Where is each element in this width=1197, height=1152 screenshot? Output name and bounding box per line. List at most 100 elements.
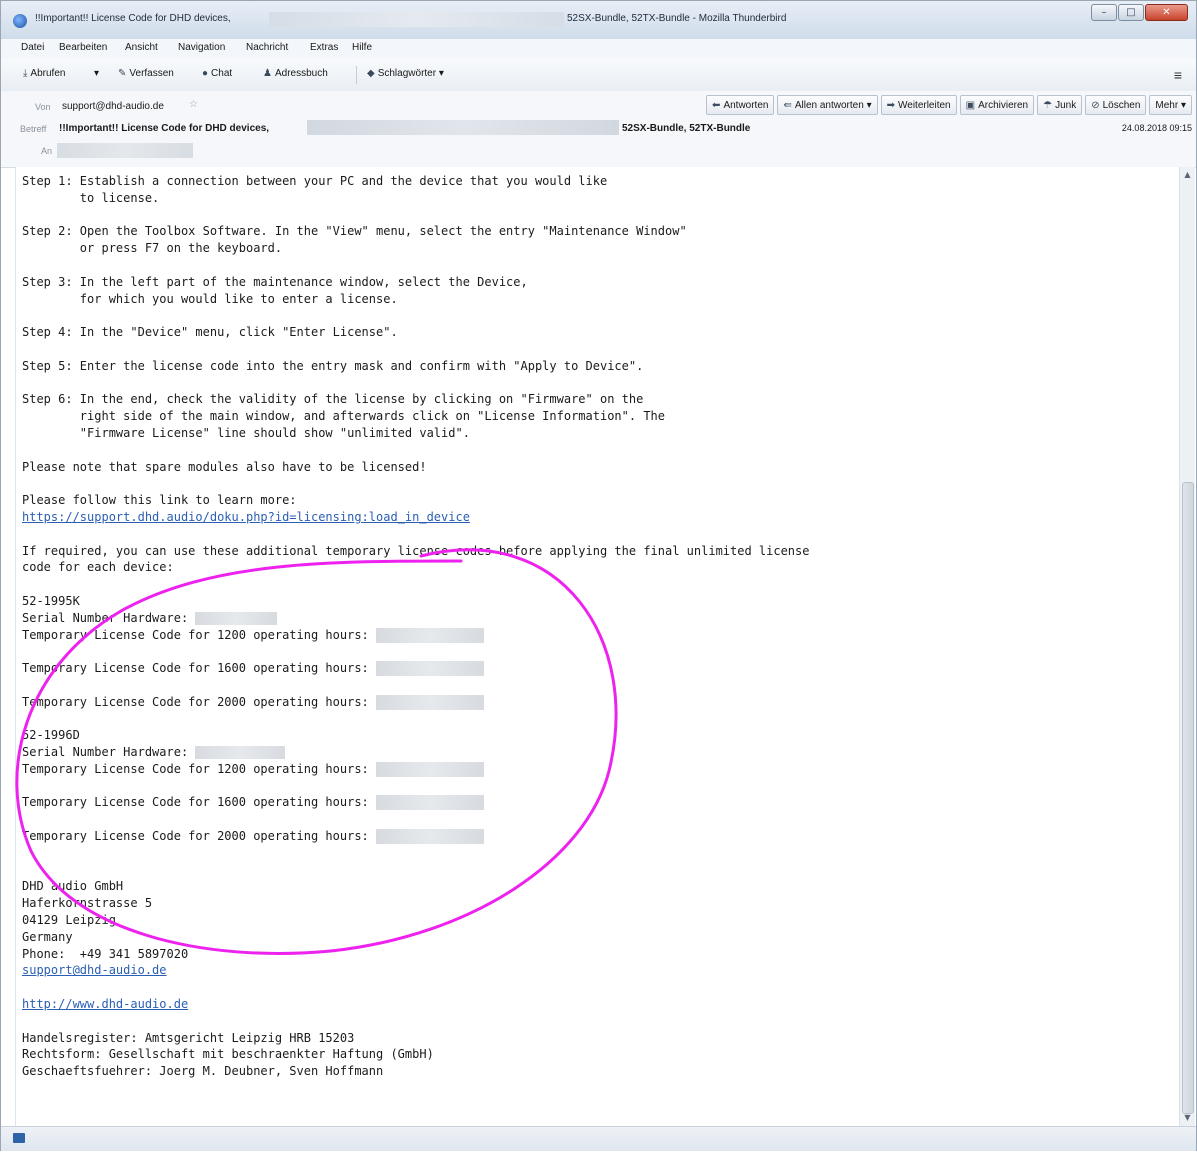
window-title-left: !!Important!! License Code for DHD devic… [35,13,231,24]
pencil-icon: ✎ [118,68,127,79]
menu-bearbeiten[interactable]: Bearbeiten [59,42,107,53]
scroll-thumb[interactable] [1182,482,1194,1114]
message-date: 24.08.2018 09:15 [1121,123,1192,133]
step-1: Step 1: Establish a connection between y… [22,174,608,205]
reply-label: Antworten [723,100,769,111]
junk-label: Junk [1055,100,1077,111]
archive-label: Archivieren [978,100,1029,111]
spare-modules-note: Please note that spare modules also have… [22,459,427,474]
download-icon: ⤓ [23,68,28,79]
redacted-title-segment [269,12,564,27]
legal-form: Rechtsform: Gesellschaft mit beschraenkt… [22,1047,434,1062]
app-menu-icon[interactable]: ≡ [1174,67,1182,83]
compose-button[interactable]: ✎ Verfassen [118,68,174,79]
body-scrollbar[interactable]: ▲ ▼ [1179,167,1195,1126]
archive-button[interactable]: ▣ Archivieren [959,95,1035,115]
redacted-recipient [57,143,193,158]
redacted-code-2000-1 [376,694,485,710]
follow-link-text: Please follow this link to learn more: [22,493,297,508]
tags-button[interactable]: ◆ Schlagwörter ▾ [367,68,444,79]
subject-left: !!Important!! License Code for DHD devic… [59,123,270,134]
device-2-id: 52-1996D [22,728,80,743]
tag-icon: ◆ [367,68,375,79]
company-country: Germany [22,929,73,944]
menu-ansicht[interactable]: Ansicht [125,42,158,53]
window-controls: – □ ✕ [1090,4,1188,21]
minimize-button[interactable]: – [1091,4,1117,21]
company-phone: Phone: +49 341 5897020 [22,946,189,961]
company-street: Haferkornstrasse 5 [22,896,153,911]
company-name: DHD audio GmbH [22,879,124,894]
chat-button[interactable]: ● Chat [202,68,232,79]
redacted-serial-1 [195,611,278,625]
tags-label: Schlagwörter ▾ [377,68,444,79]
status-bar [1,1126,1196,1151]
scroll-down-arrow-icon[interactable]: ▼ [1180,1110,1195,1126]
subject-right: 52SX-Bundle, 52TX-Bundle [622,123,751,134]
menu-datei[interactable]: Datei [21,42,44,53]
commercial-register: Handelsregister: Amtsgericht Leipzig HRB… [22,1030,355,1045]
menu-extras[interactable]: Extras [310,42,338,53]
reply-all-label: Allen antworten [794,100,864,111]
menu-hilfe[interactable]: Hilfe [352,42,372,53]
reply-all-button[interactable]: ⇚ Allen antworten ▾ [777,95,878,115]
website-link[interactable]: http://www.dhd-audio.de [22,997,188,1011]
redacted-code-1600-1 [376,661,485,677]
online-status-icon[interactable] [13,1133,25,1143]
menu-nachricht[interactable]: Nachricht [246,42,288,53]
get-mail-label: Abrufen [30,68,66,79]
thunderbird-window: !!Important!! License Code for DHD devic… [0,0,1197,1151]
from-value[interactable]: support@dhd-audio.de [62,101,164,112]
delete-label: Löschen [1102,100,1141,111]
licensing-doc-link[interactable]: https://support.dhd.audio/doku.php?id=li… [22,510,470,524]
reply-all-dropdown-icon[interactable]: ▾ [867,100,872,111]
step-6: Step 6: In the end, check the validity o… [22,392,665,440]
step-5: Step 5: Enter the license code into the … [22,358,644,373]
temp-2000-label-1: Temporary License Code for 2000 operatin… [22,694,377,709]
reply-button[interactable]: ⬅ Antworten [706,95,775,115]
title-bar[interactable]: !!Important!! License Code for DHD devic… [1,1,1196,40]
step-4: Step 4: In the "Device" menu, click "Ent… [22,325,398,340]
chat-label: Chat [211,68,233,79]
more-button[interactable]: Mehr ▾ [1149,95,1192,115]
close-button[interactable]: ✕ [1145,4,1188,21]
delete-icon: ⊘ [1091,100,1100,111]
get-mail-button[interactable]: ⤓ Abrufen [23,68,65,79]
reply-icon: ⬅ [712,100,721,111]
junk-button[interactable]: ☂ Junk [1037,95,1083,115]
device-1-id: 52-1995K [22,593,80,608]
redacted-code-1200-2 [376,761,485,777]
thunderbird-app-icon [13,14,27,28]
support-email-link[interactable]: support@dhd-audio.de [22,963,167,977]
subject-label: Betreff [20,124,47,134]
serial-label-2: Serial Number Hardware: [22,745,196,760]
scroll-up-arrow-icon[interactable]: ▲ [1180,167,1195,183]
managing-directors: Geschaeftsfuehrer: Joerg M. Deubner, Sve… [22,1064,384,1079]
serial-label-1: Serial Number Hardware: [22,610,196,625]
menu-navigation[interactable]: Navigation [178,42,225,53]
temp-1600-label-1: Temporary License Code for 1600 operatin… [22,661,377,676]
reply-all-icon: ⇚ [783,100,792,111]
window-title-right: 52SX-Bundle, 52TX-Bundle - Mozilla Thund… [567,13,787,24]
forward-button[interactable]: ➡ Weiterleiten [880,95,957,115]
message-header: Von support@dhd-audio.de ☆ ⬅ Antworten ⇚ A… [1,91,1196,168]
temp-1600-label-2: Temporary License Code for 1600 operatin… [22,795,377,810]
forward-label: Weiterleiten [898,100,951,111]
message-actions: ⬅ Antworten ⇚ Allen antworten ▾ ➡ Weiterlei… [703,95,1192,115]
company-city: 04129 Leipzig [22,913,116,928]
from-label: Von [35,102,51,112]
main-toolbar: ⤓ Abrufen ▾ ✎ Verfassen ● Chat ♟ Adressb… [1,59,1196,92]
redacted-code-2000-2 [376,829,485,845]
to-label: An [41,146,53,156]
delete-button[interactable]: ⊘ Löschen [1085,95,1147,115]
address-book-button[interactable]: ♟ Adressbuch [263,68,328,79]
menu-bar: Datei Bearbeiten Ansicht Navigation Nach… [1,39,1196,59]
person-icon: ♟ [263,68,272,79]
step-2: Step 2: Open the Toolbox Software. In th… [22,224,687,256]
temp-1200-label-1: Temporary License Code for 1200 operatin… [22,627,377,642]
star-icon[interactable]: ☆ [189,99,198,110]
maximize-button[interactable]: □ [1118,4,1144,21]
redacted-serial-2 [195,746,286,760]
redacted-code-1200-1 [376,627,485,643]
get-mail-dropdown[interactable]: ▾ [94,68,99,79]
